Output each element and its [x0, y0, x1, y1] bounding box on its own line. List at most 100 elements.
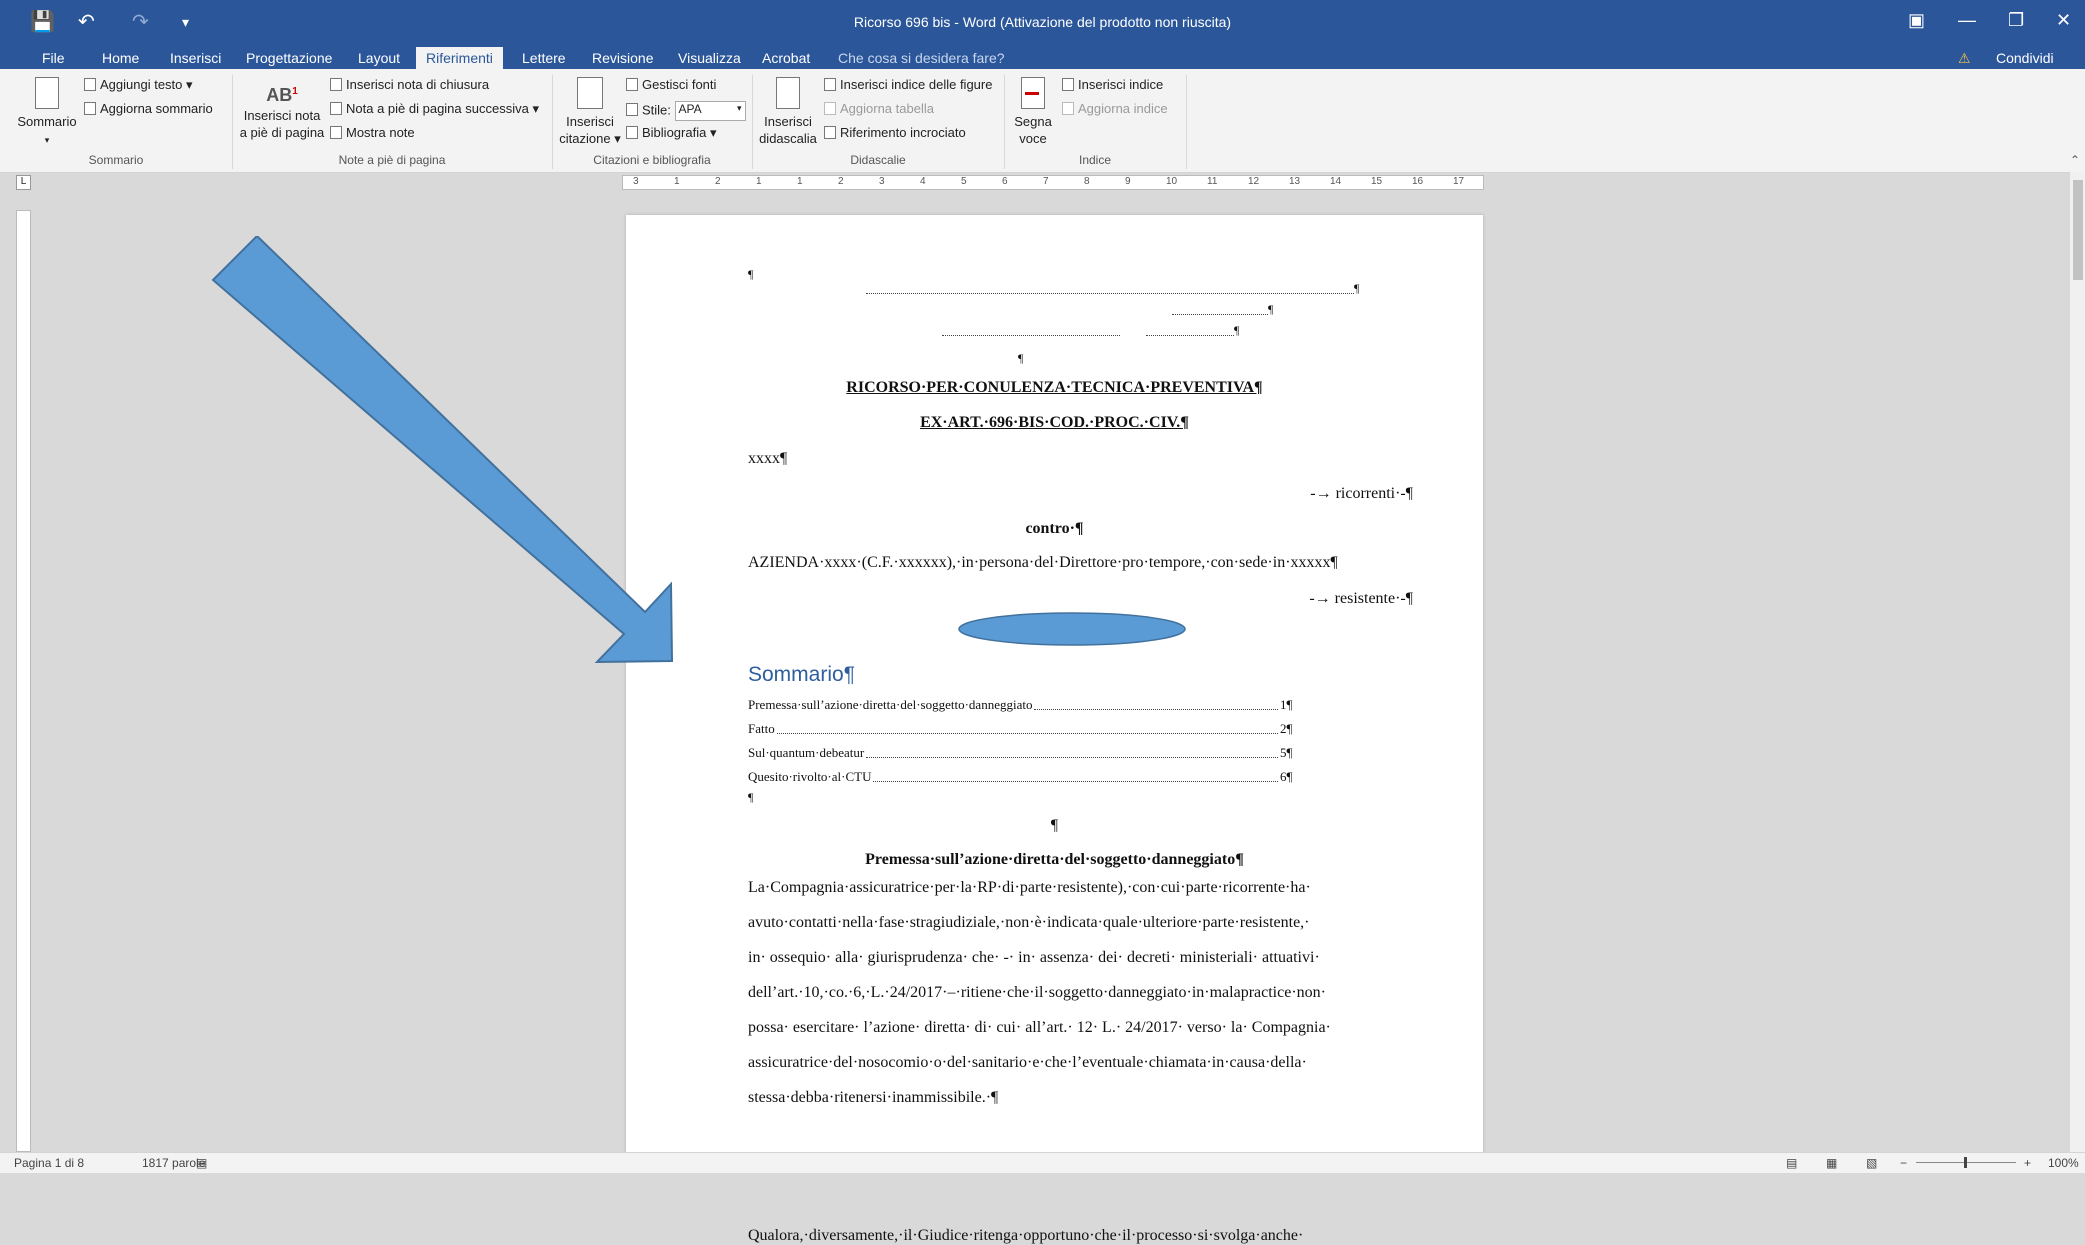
arrow-shape[interactable]: [205, 236, 685, 666]
mark-entry-button[interactable]: Segna voce: [1008, 77, 1058, 147]
ruler-number: 1: [797, 176, 803, 187]
insert-citation-label-1: Inserisci: [566, 114, 614, 129]
share-button[interactable]: Condividi: [1986, 47, 2064, 69]
sommario-button[interactable]: Sommario ▾: [12, 77, 82, 149]
show-notes-button[interactable]: Mostra note: [330, 125, 415, 140]
body-line: in· ossequio· alla· giurisprudenza· che·…: [748, 949, 1320, 966]
insert-figures-index-label: Inserisci indice delle figure: [840, 77, 993, 92]
sommario-icon: [35, 77, 59, 109]
minimize-icon[interactable]: —: [1958, 10, 1976, 31]
toc-entry[interactable]: Fatto: [748, 721, 775, 737]
zoom-in-icon[interactable]: +: [2024, 1156, 2031, 1170]
toc-page-number[interactable]: 6¶: [1280, 769, 1292, 785]
vertical-scrollbar[interactable]: [2070, 172, 2085, 1152]
restore-icon[interactable]: ❐: [2008, 10, 2024, 31]
body-line: possa· esercitare· l’azione· diretta· di…: [748, 1019, 1331, 1036]
ruler-number: 3: [633, 176, 639, 187]
footnote-icon: AB1: [266, 85, 298, 105]
insert-citation-label-2: citazione: [559, 131, 611, 146]
ruler-number: 14: [1330, 176, 1342, 187]
cross-reference-button[interactable]: Riferimento incrociato: [824, 125, 966, 140]
toc-heading: Sommario¶: [748, 663, 855, 686]
toc-entry[interactable]: Quesito·rivolto·al·CTU: [748, 769, 871, 785]
update-toc-button[interactable]: Aggiorna sommario: [84, 101, 213, 116]
tab-layout[interactable]: Layout: [348, 47, 410, 69]
toc-page-number[interactable]: 2¶: [1280, 721, 1292, 737]
zoom-out-icon[interactable]: −: [1900, 1156, 1907, 1170]
ruler-number: 13: [1289, 176, 1301, 187]
tab-home[interactable]: Home: [92, 47, 149, 69]
tab-revisione[interactable]: Revisione: [582, 47, 663, 69]
collapse-ribbon-icon[interactable]: ⌃: [2070, 153, 2080, 167]
zoom-slider-thumb[interactable]: [1964, 1157, 1967, 1168]
warning-icon[interactable]: ⚠: [1948, 47, 1981, 69]
toc-page-number[interactable]: 5¶: [1280, 745, 1292, 761]
manage-sources-button[interactable]: Gestisci fonti: [626, 77, 716, 92]
pilcrow-mark: ¶: [748, 790, 754, 804]
update-index-button[interactable]: Aggiorna indice: [1062, 101, 1168, 116]
ruler-number: 2: [838, 176, 844, 187]
insert-index-label: Inserisci indice: [1078, 77, 1164, 92]
manage-sources-icon: [626, 78, 638, 91]
ribbon-display-icon[interactable]: ▣: [1908, 10, 1925, 31]
body-line: La·Compagnia·assicuratrice·per·la·RP·di·…: [748, 879, 1311, 896]
dotted-leader: [1172, 314, 1268, 315]
close-icon[interactable]: ✕: [2056, 10, 2071, 31]
tab-visualizza[interactable]: Visualizza: [668, 47, 751, 69]
page-count[interactable]: Pagina 1 di 8: [14, 1156, 84, 1170]
tab-progettazione[interactable]: Progettazione: [236, 47, 342, 69]
scrollbar-thumb[interactable]: [2073, 180, 2083, 280]
web-layout-icon[interactable]: ▧: [1866, 1156, 1877, 1170]
tab-riferimenti[interactable]: Riferimenti: [416, 47, 503, 69]
status-bar: Pagina 1 di 8 1817 parole ▤ ▤ ▦ ▧ − + 10…: [0, 1152, 2085, 1173]
insert-footnote-button[interactable]: AB1 Inserisci nota a piè di pagina: [238, 77, 326, 141]
ruler-number: 16: [1412, 176, 1424, 187]
read-mode-icon[interactable]: ▤: [1786, 1156, 1797, 1170]
add-text-label: Aggiungi testo: [100, 77, 183, 92]
ruler-number: 2: [715, 176, 721, 187]
toc-entry[interactable]: Sul·quantum·debeatur: [748, 745, 864, 761]
citation-icon: [577, 77, 603, 109]
dotted-leader: [942, 335, 1120, 336]
ruler-number: 8: [1084, 176, 1090, 187]
ricorrenti-label: -→ ricorrenti·-¶: [1310, 485, 1413, 502]
document-subtitle: EX·ART.·696·BIS·COD.·PROC.·CIV.¶: [920, 414, 1189, 431]
tell-me-search[interactable]: Che cosa si desidera fare?: [828, 47, 1015, 69]
style-dropdown[interactable]: APA ▾: [674, 101, 746, 121]
group-label-sommario: Sommario: [88, 153, 144, 167]
vertical-ruler[interactable]: [16, 210, 31, 1152]
tab-lettere[interactable]: Lettere: [512, 47, 576, 69]
tab-file[interactable]: File: [32, 47, 75, 69]
document-page[interactable]: ¶ ¶ ¶ ¶ ¶ RICORSO·PER·CONULENZA·TECNICA·…: [626, 215, 1483, 1244]
tab-inserisci[interactable]: Inserisci: [160, 47, 231, 69]
update-table-button[interactable]: Aggiorna tabella: [824, 101, 934, 116]
proofing-icon[interactable]: ▤: [196, 1156, 207, 1170]
style-icon: [626, 103, 638, 117]
next-footnote-button[interactable]: Nota a piè di pagina successiva ▾: [330, 101, 539, 117]
insert-caption-label-1: Inserisci: [764, 114, 812, 129]
ruler-number: 15: [1371, 176, 1383, 187]
add-text-button[interactable]: Aggiungi testo ▾: [84, 77, 193, 93]
insert-citation-button[interactable]: Inserisci citazione ▾: [556, 77, 624, 147]
insert-caption-button[interactable]: Inserisci didascalia: [756, 77, 820, 147]
toc-leader: [873, 781, 1278, 782]
tab-acrobat[interactable]: Acrobat: [752, 47, 820, 69]
body-line: stessa·debba·ritenersi·inammissibile.·¶: [748, 1089, 999, 1106]
toc-entry[interactable]: Premessa·sull’azione·diretta·del·soggett…: [748, 697, 1032, 713]
print-layout-icon[interactable]: ▦: [1826, 1156, 1837, 1170]
toc-page-number[interactable]: 1¶: [1280, 697, 1292, 713]
next-footnote-icon: [330, 102, 342, 115]
insert-endnote-label: Inserisci nota di chiusura: [346, 77, 490, 92]
horizontal-ruler[interactable]: 3 1 2 1 1 2 3 4 5 6 7 8 9 10 11 12 13 14 15 16 17: [622, 175, 1484, 190]
ribbon: Sommario ▾ Aggiungi testo ▾ Aggiorna somm…: [0, 69, 2085, 173]
tab-selector[interactable]: L: [16, 175, 31, 190]
insert-index-button[interactable]: Inserisci indice: [1062, 77, 1163, 92]
zoom-level[interactable]: 100%: [2048, 1156, 2079, 1170]
pilcrow-mark: ¶: [1018, 351, 1024, 365]
pilcrow-mark: ¶: [1354, 281, 1360, 295]
update-table-label: Aggiorna tabella: [840, 101, 934, 116]
bibliography-button[interactable]: Bibliografia ▾: [626, 125, 716, 141]
ellipse-shape[interactable]: [956, 610, 1188, 648]
insert-figures-index-button[interactable]: Inserisci indice delle figure: [824, 77, 992, 92]
insert-endnote-button[interactable]: Inserisci nota di chiusura: [330, 77, 489, 92]
